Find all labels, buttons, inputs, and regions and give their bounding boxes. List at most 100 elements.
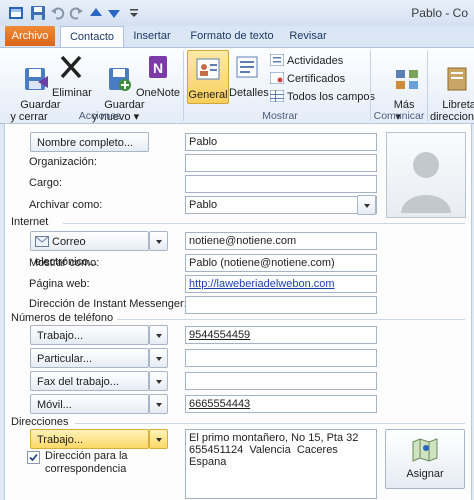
company-field[interactable] — [185, 154, 377, 172]
save-close-label: Guardar y cerrar — [10, 99, 61, 123]
save-close-icon — [25, 68, 49, 90]
section-divider — [117, 319, 465, 320]
onenote-button[interactable]: N OneNote — [136, 52, 180, 99]
up-arrow-icon[interactable] — [88, 5, 104, 21]
email-icon — [35, 236, 49, 247]
activities-label: Actividades — [287, 55, 344, 67]
im-address-field[interactable] — [185, 296, 377, 314]
onenote-label: OneNote — [136, 87, 181, 99]
person-silhouette-icon — [401, 152, 451, 213]
certificates-button[interactable]: Certificados — [270, 71, 345, 87]
certificates-icon — [270, 72, 284, 84]
contact-photo[interactable] — [386, 132, 466, 218]
ribbon-tabs: Archivo Contacto Insertar Formato de tex… — [0, 26, 474, 48]
general-view-label: General — [188, 89, 228, 101]
redo-icon[interactable] — [68, 5, 84, 21]
email-button[interactable]: Correo electrónico... — [30, 231, 149, 268]
details-view-button[interactable]: Detalles — [229, 52, 269, 99]
company-label: Organización: — [29, 156, 97, 168]
contact-form: Nombre completo... Pablo Organización: C… — [4, 123, 472, 500]
job-title-field[interactable] — [185, 175, 377, 193]
mailing-address-checkbox[interactable] — [27, 451, 40, 464]
file-as-field[interactable]: Pablo — [185, 196, 377, 214]
file-as-label: Archivar como: — [29, 199, 103, 211]
delete-icon — [60, 55, 82, 79]
address-work-button[interactable]: Trabajo... — [30, 429, 149, 449]
section-divider — [63, 223, 465, 224]
phone-mobile-dropdown[interactable] — [149, 394, 168, 414]
phone-work-fax-dropdown[interactable] — [149, 371, 168, 391]
ribbon: Guardar y cerrar Eliminar Guardar y nuev… — [0, 47, 474, 124]
phone-home-button[interactable]: Particular... — [30, 348, 149, 368]
internet-section-label: Internet — [11, 216, 49, 228]
save-icon[interactable] — [30, 5, 46, 21]
phone-work-fax-field[interactable] — [185, 372, 377, 390]
file-as-value: Pablo — [189, 199, 218, 211]
email-field[interactable]: notiene@notiene.com — [185, 232, 377, 250]
delete-label: Eliminar — [52, 87, 92, 99]
activities-icon — [270, 54, 284, 66]
im-address-label: Dirección de Instant Messenger: — [29, 298, 187, 310]
tab-insert[interactable]: Insertar — [128, 26, 176, 46]
undo-icon[interactable] — [50, 5, 66, 21]
web-page-link[interactable]: http://laweberiadelwebon.com — [189, 278, 335, 290]
address-book-icon — [447, 67, 467, 91]
section-divider — [75, 423, 465, 424]
all-fields-icon — [270, 90, 284, 102]
all-fields-button[interactable]: Todos los campos — [270, 89, 375, 105]
delete-button[interactable]: Eliminar — [52, 52, 92, 99]
map-icon — [412, 438, 438, 462]
address-type-dropdown[interactable] — [149, 429, 168, 449]
map-it-label: Asignar — [406, 468, 444, 480]
tab-format-text[interactable]: Formato de texto — [186, 26, 278, 46]
group-separator — [370, 51, 371, 121]
map-it-button[interactable]: Asignar — [385, 429, 465, 489]
general-view-icon — [196, 58, 220, 80]
phone-work-field[interactable]: 9544554459 — [185, 326, 377, 344]
full-name-field[interactable]: Pablo — [185, 133, 377, 151]
phone-mobile-field[interactable]: 6665554443 — [185, 395, 377, 413]
tab-review[interactable]: Revisar — [286, 26, 330, 46]
tab-contact[interactable]: Contacto — [60, 26, 124, 48]
address-book-label: Libreta d direccione — [430, 99, 474, 123]
email-type-dropdown[interactable] — [149, 231, 168, 251]
all-fields-label: Todos los campos — [287, 91, 376, 103]
phone-mobile-button[interactable]: Móvil... — [30, 394, 149, 414]
title-bar: Pablo - Co — [0, 0, 474, 27]
mailing-address-label: Dirección para la correspondencia — [45, 450, 128, 475]
checkmark-icon — [29, 453, 38, 462]
display-as-field[interactable]: Pablo (notiene@notiene.com) — [185, 254, 377, 272]
display-as-label: Mostrar como: — [29, 257, 100, 269]
phone-work-fax-button[interactable]: Fax del trabajo... — [30, 371, 149, 391]
file-as-dropdown[interactable] — [357, 195, 376, 215]
group-actions-label: Acciones — [78, 110, 122, 122]
down-arrow-icon[interactable] — [106, 5, 122, 21]
details-view-icon — [236, 56, 258, 78]
more-icon — [396, 70, 419, 89]
onenote-icon: N — [149, 56, 167, 78]
phone-work-dropdown[interactable] — [149, 325, 168, 345]
group-show-label: Mostrar — [262, 110, 298, 122]
svg-text:N: N — [153, 60, 163, 76]
group-separator — [427, 51, 428, 121]
full-name-button[interactable]: Nombre completo... — [30, 132, 149, 152]
group-communicate-label: Comunicar — [373, 110, 425, 122]
phone-work-value: 9544554459 — [189, 329, 251, 341]
phone-home-dropdown[interactable] — [149, 348, 168, 368]
certificates-label: Certificados — [287, 73, 346, 85]
general-view-button[interactable]: General — [187, 50, 229, 104]
address-field[interactable]: El primo montañero, No 15, Pta 32 655451… — [185, 429, 377, 499]
save-new-icon — [109, 68, 132, 91]
activities-button[interactable]: Actividades — [270, 53, 343, 69]
addresses-section-label: Direcciones — [11, 416, 69, 428]
phones-section-label: Números de teléfono — [11, 312, 114, 324]
window-title: Pablo - Co — [411, 6, 468, 20]
customize-qat-icon[interactable] — [126, 5, 142, 21]
web-page-label: Página web: — [29, 278, 90, 290]
web-page-field[interactable]: http://laweberiadelwebon.com — [185, 275, 377, 293]
job-title-label: Cargo: — [29, 177, 63, 189]
outlook-icon — [9, 7, 23, 19]
tab-file[interactable]: Archivo — [5, 26, 55, 46]
phone-home-field[interactable] — [185, 349, 377, 367]
phone-work-button[interactable]: Trabajo... — [30, 325, 149, 345]
